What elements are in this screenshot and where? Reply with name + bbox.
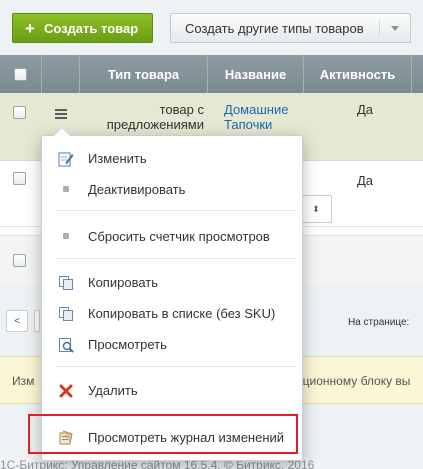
menu-item-delete[interactable]: Удалить: [42, 378, 302, 404]
dot-icon: [63, 233, 69, 239]
grid-header: Тип товара Название Активность: [0, 55, 423, 93]
header-active[interactable]: Активность: [304, 55, 412, 93]
menu-divider: [56, 258, 296, 259]
menu-item-label: Копировать: [88, 275, 158, 290]
chevron-down-icon: [391, 26, 399, 31]
delete-icon: [58, 383, 74, 399]
preview-icon: [58, 337, 74, 353]
menu-item-reset-views[interactable]: Сбросить счетчик просмотров: [42, 224, 302, 250]
select-arrows-icon: ⬍: [312, 203, 320, 214]
menu-item-preview[interactable]: Просмотреть: [42, 332, 302, 358]
pager-prev-button[interactable]: <: [6, 310, 28, 332]
cell-type: товар с предложениями: [106, 102, 204, 132]
dot-icon: [63, 186, 69, 192]
menu-item-deactivate[interactable]: Деактивировать: [42, 177, 302, 203]
select-all-checkbox[interactable]: [14, 67, 27, 81]
copy-icon: [58, 306, 74, 322]
cell-active: Да: [357, 102, 374, 117]
action-select[interactable]: ⬍: [300, 195, 332, 223]
notice-text-left: Изм: [12, 374, 35, 388]
menu-divider: [56, 366, 296, 367]
menu-item-label: Просмотреть: [88, 337, 167, 352]
header-type[interactable]: Тип товара: [80, 55, 208, 93]
pager-page-button[interactable]: [34, 310, 40, 332]
footer-checkbox[interactable]: [13, 254, 26, 267]
row-checkbox[interactable]: [13, 106, 26, 119]
row-context-menu: Изменить Деактивировать Сбросить счетчик…: [41, 126, 303, 461]
menu-item-label: Деактивировать: [88, 182, 186, 197]
header-name[interactable]: Название: [208, 55, 304, 93]
create-product-label: Создать товар: [43, 20, 139, 36]
notice-text-right: ационному блоку вы: [296, 374, 411, 388]
plus-icon: +: [25, 18, 35, 38]
cell-name-link[interactable]: Домашние Тапочки: [224, 102, 300, 132]
create-other-types-label: Создать другие типы товаров: [185, 20, 364, 36]
menu-item-label: Удалить: [88, 383, 138, 398]
copy-icon: [58, 275, 74, 291]
hamburger-menu-icon[interactable]: [55, 109, 67, 119]
create-other-types-button[interactable]: Создать другие типы товаров: [170, 13, 411, 43]
header-select-all-cell: [0, 55, 42, 93]
edit-icon: [58, 151, 74, 167]
per-page-label: На странице:: [348, 317, 410, 328]
header-actions-cell: [42, 55, 80, 93]
menu-item-copy[interactable]: Копировать: [42, 270, 302, 296]
highlight-frame: [28, 414, 298, 454]
cell-active: Да: [357, 173, 374, 188]
menu-item-edit[interactable]: Изменить: [42, 146, 302, 172]
menu-item-label: Сбросить счетчик просмотров: [88, 229, 270, 244]
menu-divider: [56, 210, 296, 211]
button-divider: [379, 20, 380, 36]
create-product-button[interactable]: + Создать товар: [12, 13, 153, 43]
menu-item-label: Изменить: [88, 151, 147, 166]
menu-item-copy-no-sku[interactable]: Копировать в списке (без SKU): [42, 301, 302, 327]
menu-item-label: Копировать в списке (без SKU): [88, 306, 276, 321]
row-checkbox[interactable]: [13, 172, 26, 185]
